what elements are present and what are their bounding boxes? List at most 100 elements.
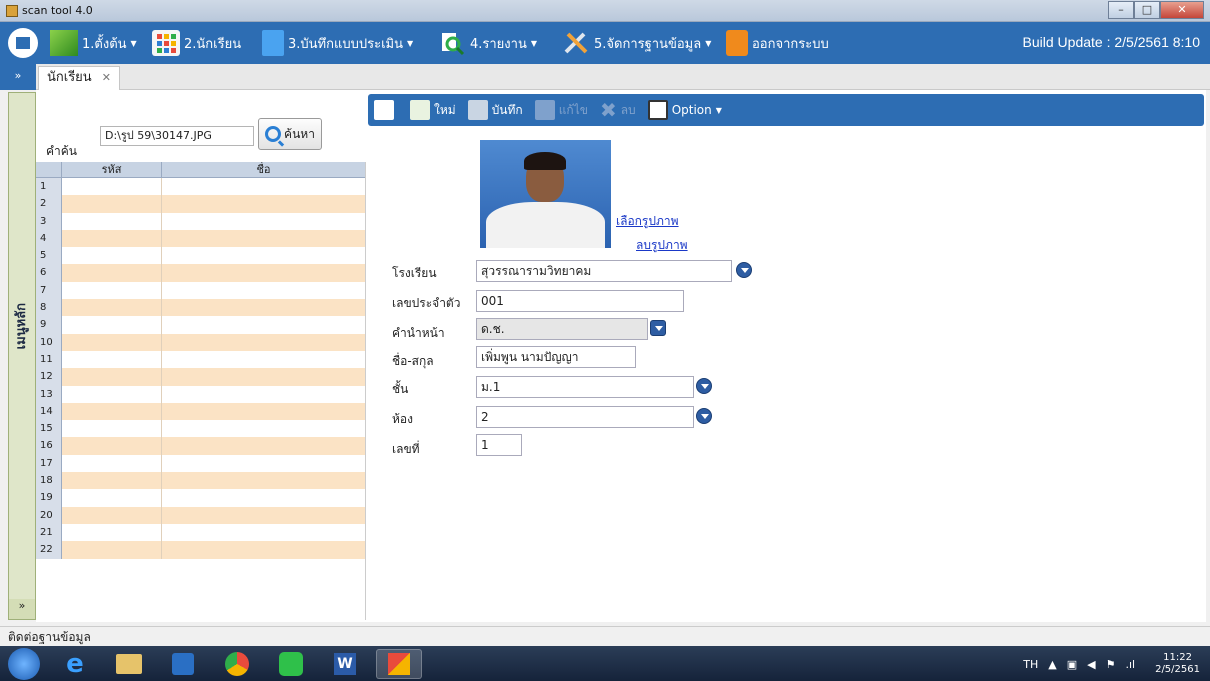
table-row[interactable]: 21 <box>36 523 365 542</box>
prefix-dropdown-icon[interactable] <box>650 320 666 336</box>
room-field[interactable]: 2 <box>476 406 694 428</box>
name-cell[interactable] <box>162 420 365 437</box>
table-row[interactable]: 16 <box>36 437 365 455</box>
school-dropdown-icon[interactable] <box>736 262 752 278</box>
name-cell[interactable] <box>162 316 365 333</box>
table-row[interactable]: 20 <box>36 506 365 524</box>
code-cell[interactable] <box>62 247 162 265</box>
chrome-taskbar-icon[interactable] <box>214 649 260 679</box>
table-row[interactable]: 17 <box>36 454 365 473</box>
room-dropdown-icon[interactable] <box>696 408 712 424</box>
name-cell[interactable] <box>162 507 365 524</box>
name-cell[interactable] <box>162 351 365 368</box>
file-explorer-taskbar-icon[interactable] <box>106 649 152 679</box>
name-cell[interactable] <box>162 455 365 472</box>
menu-setup[interactable]: 1.ตั้งต้น ▼ <box>50 28 137 58</box>
menu-database[interactable]: 5.จัดการฐานข้อมูล ▼ <box>562 28 711 58</box>
menu-reports[interactable]: 4.รายงาน ▼ <box>438 28 537 58</box>
table-row[interactable]: 14 <box>36 402 365 421</box>
table-row[interactable]: 2 <box>36 195 365 213</box>
volume-icon[interactable]: ◀ <box>1087 658 1095 671</box>
table-row[interactable]: 4 <box>36 229 365 248</box>
name-cell[interactable] <box>162 472 365 489</box>
expand-sidebar-button[interactable]: » <box>0 64 36 90</box>
name-cell[interactable] <box>162 403 365 420</box>
tray-expand-icon[interactable]: ▲ <box>1048 658 1056 671</box>
name-cell[interactable] <box>162 230 365 247</box>
code-cell[interactable] <box>62 299 162 317</box>
code-column-header[interactable]: รหัส <box>62 162 162 177</box>
school-field[interactable]: สุวรรณารามวิทยาคม <box>476 260 732 282</box>
start-button[interactable] <box>8 648 40 680</box>
option-button[interactable]: Option ▼ <box>647 100 722 120</box>
network-icon[interactable]: ▣ <box>1067 658 1077 671</box>
table-row[interactable]: 7 <box>36 281 365 300</box>
close-button[interactable]: ✕ <box>1160 1 1204 19</box>
ie-taskbar-icon[interactable]: e <box>52 649 98 679</box>
grade-dropdown-icon[interactable] <box>696 378 712 394</box>
name-cell[interactable] <box>162 247 365 264</box>
flag-icon[interactable]: ⚑ <box>1106 658 1116 671</box>
name-cell[interactable] <box>162 524 365 541</box>
word-taskbar-icon[interactable]: W <box>322 649 368 679</box>
code-cell[interactable] <box>62 229 162 248</box>
code-cell[interactable] <box>62 489 162 507</box>
delete-button[interactable]: ✖ ลบ <box>600 98 636 122</box>
table-row[interactable]: 8 <box>36 299 365 317</box>
table-row[interactable]: 13 <box>36 385 365 403</box>
code-cell[interactable] <box>62 402 162 421</box>
table-row[interactable]: 3 <box>36 212 365 230</box>
name-cell[interactable] <box>162 541 365 558</box>
code-cell[interactable] <box>62 420 162 438</box>
edit-button[interactable]: แก้ไข <box>534 100 588 120</box>
code-cell[interactable] <box>62 541 162 559</box>
table-row[interactable]: 18 <box>36 472 365 490</box>
table-row[interactable]: 1 <box>36 178 365 196</box>
grade-field[interactable]: ม.1 <box>476 376 694 398</box>
table-row[interactable]: 11 <box>36 350 365 369</box>
back-button[interactable] <box>374 100 398 120</box>
table-row[interactable]: 10 <box>36 333 365 351</box>
name-cell[interactable] <box>162 282 365 299</box>
line-taskbar-icon[interactable] <box>268 649 314 679</box>
code-cell[interactable] <box>62 264 162 282</box>
menu-logout[interactable]: ออกจากระบบ <box>726 28 829 58</box>
maximize-button[interactable]: □ <box>1134 1 1160 19</box>
code-cell[interactable] <box>62 195 162 213</box>
code-cell[interactable] <box>62 212 162 230</box>
tab-students[interactable]: นักเรียน ✕ <box>38 66 120 90</box>
name-cell[interactable] <box>162 178 365 195</box>
code-cell[interactable] <box>62 368 162 386</box>
menu-students[interactable]: 2.นักเรียน <box>152 28 241 58</box>
table-row[interactable]: 22 <box>36 541 365 559</box>
code-cell[interactable] <box>62 281 162 300</box>
student-id-field[interactable]: 001 <box>476 290 684 312</box>
code-cell[interactable] <box>62 333 162 351</box>
code-cell[interactable] <box>62 385 162 403</box>
language-indicator[interactable]: TH <box>1023 658 1038 671</box>
code-cell[interactable] <box>62 350 162 369</box>
name-cell[interactable] <box>162 368 365 385</box>
menu-assessment[interactable]: 3.บันทึกแบบประเมิน ▼ <box>262 28 413 58</box>
table-row[interactable]: 9 <box>36 316 365 334</box>
signal-icon[interactable]: .ıl <box>1125 658 1135 671</box>
clock[interactable]: 11:22 2/5/2561 <box>1145 652 1200 676</box>
search-input[interactable]: D:\รูป 59\30147.JPG <box>100 126 254 146</box>
table-row[interactable]: 19 <box>36 489 365 507</box>
select-photo-link[interactable]: เลือกรูปภาพ <box>616 212 679 231</box>
code-cell[interactable] <box>62 506 162 524</box>
name-cell[interactable] <box>162 437 365 454</box>
scan-tool-taskbar-icon[interactable] <box>376 649 422 679</box>
code-cell[interactable] <box>62 523 162 542</box>
media-taskbar-icon[interactable] <box>160 649 206 679</box>
name-cell[interactable] <box>162 213 365 230</box>
code-cell[interactable] <box>62 454 162 473</box>
main-menu-sidebar[interactable]: เมนูหลัก » <box>8 92 36 620</box>
new-button[interactable]: ใหม่ <box>410 100 456 120</box>
name-cell[interactable] <box>162 299 365 316</box>
code-cell[interactable] <box>62 178 162 196</box>
name-cell[interactable] <box>162 264 365 281</box>
delete-photo-link[interactable]: ลบรูปภาพ <box>636 236 688 255</box>
code-cell[interactable] <box>62 472 162 490</box>
number-field[interactable]: 1 <box>476 434 522 456</box>
